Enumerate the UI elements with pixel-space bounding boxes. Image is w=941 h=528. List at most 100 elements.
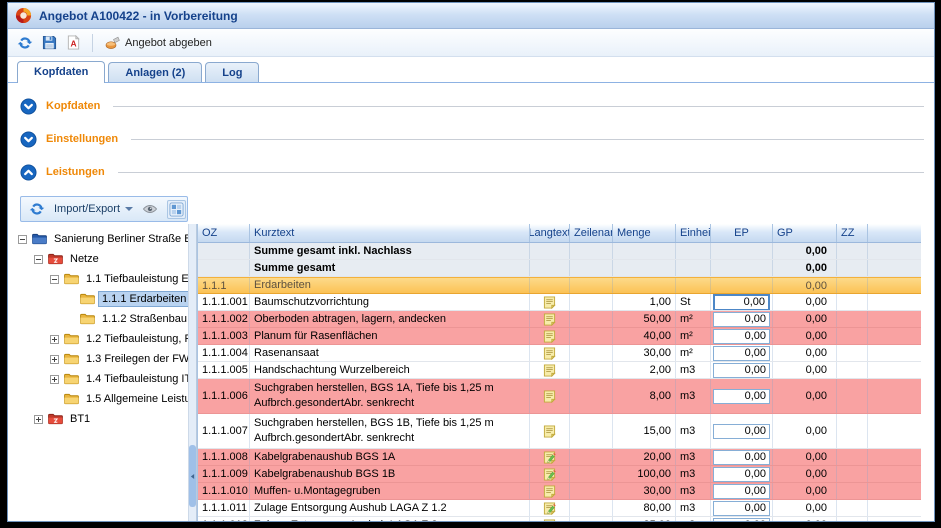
ep-input[interactable] bbox=[713, 363, 770, 378]
langtext-note-icon[interactable] bbox=[543, 313, 556, 326]
cell-zz bbox=[837, 243, 868, 259]
cell-einheit: m3 bbox=[676, 517, 711, 521]
langtext-note-icon[interactable] bbox=[543, 364, 556, 377]
col-ep[interactable]: EP bbox=[711, 224, 773, 242]
table-row[interactable]: 1.1.1 Erdarbeiten bbox=[198, 277, 921, 294]
submit-offer-button[interactable]: Angebot abgeben bbox=[104, 35, 212, 51]
langtext-note-icon[interactable] bbox=[543, 519, 556, 522]
ep-input[interactable] bbox=[713, 484, 770, 499]
ep-input[interactable] bbox=[713, 346, 770, 361]
tree-item-label: 1.2 Tiefbauleistung, Rü bbox=[83, 332, 188, 346]
tree-item[interactable]: Netze bbox=[14, 249, 188, 269]
chevron-circle-icon[interactable] bbox=[20, 164, 37, 181]
tab[interactable]: Anlagen (2) bbox=[108, 62, 202, 82]
table-row[interactable]: 1.1.1.012 Zulage Entsorgung Aushub LAGA … bbox=[198, 517, 921, 521]
col-menge[interactable]: Menge bbox=[613, 224, 676, 242]
ep-input[interactable] bbox=[713, 467, 770, 482]
table-row[interactable]: 1.1.1.011 Zulage Entsorgung Aushub LAGA … bbox=[198, 500, 921, 517]
visibility-button[interactable] bbox=[140, 199, 160, 219]
tab[interactable]: Log bbox=[205, 62, 259, 82]
langtext-note-icon[interactable] bbox=[543, 390, 556, 403]
table-row[interactable]: 1.1.1.006 Suchgraben herstellen, BGS 1A,… bbox=[198, 379, 921, 414]
tree-expander-icon[interactable] bbox=[50, 335, 61, 344]
grid-refresh-button[interactable] bbox=[27, 199, 47, 219]
col-einheit[interactable]: Einheit bbox=[676, 224, 711, 242]
col-oz[interactable]: OZ bbox=[198, 224, 250, 242]
langtext-note-icon[interactable] bbox=[543, 296, 556, 309]
langtext-note-icon[interactable] bbox=[543, 347, 556, 360]
ep-input[interactable] bbox=[713, 501, 770, 516]
col-zeilenart[interactable]: Zeilenart bbox=[570, 224, 613, 242]
tab-label: Log bbox=[222, 67, 242, 79]
cell-zz bbox=[837, 278, 868, 293]
ep-input[interactable] bbox=[713, 518, 770, 522]
tree-item[interactable]: 1.1.1 Erdarbeiten bbox=[14, 289, 188, 309]
chevron-circle-icon[interactable] bbox=[20, 131, 37, 148]
langtext-note-icon[interactable] bbox=[543, 425, 556, 438]
cell-ep bbox=[711, 466, 773, 482]
cell-menge: 30,00 bbox=[613, 483, 676, 499]
col-zz[interactable]: ZZ bbox=[837, 224, 868, 242]
ep-input[interactable] bbox=[713, 294, 770, 310]
langtext-note-icon[interactable] bbox=[543, 485, 556, 498]
langtext-note-icon[interactable] bbox=[543, 330, 556, 343]
table-row[interactable]: 1.1.1.007 Suchgraben herstellen, BGS 1B,… bbox=[198, 414, 921, 449]
section-header[interactable]: Kopfdaten bbox=[20, 95, 924, 117]
ep-input[interactable] bbox=[713, 389, 770, 404]
tree-expander-icon[interactable] bbox=[50, 275, 61, 284]
section-header[interactable]: Leistungen bbox=[20, 161, 924, 183]
tree-item[interactable]: 1.1 Tiefbauleistung Elt, bbox=[14, 269, 188, 289]
refresh-button[interactable] bbox=[17, 35, 33, 51]
tree-item[interactable]: 1.3 Freilegen der FW-L bbox=[14, 349, 188, 369]
table-row[interactable]: 1.1.1.001 Baumschutzvorrichtung 1,00 St bbox=[198, 294, 921, 311]
table-row[interactable]: Summe gesamt 0,00 bbox=[198, 260, 921, 277]
langtext-note-icon[interactable] bbox=[543, 502, 556, 515]
import-export-button[interactable]: Import/Export bbox=[54, 203, 133, 215]
table-row[interactable]: 1.1.1.008 Kabelgrabenaushub BGS 1A 20,00… bbox=[198, 449, 921, 466]
ep-input[interactable] bbox=[713, 450, 770, 465]
panel-splitter[interactable] bbox=[188, 224, 197, 521]
table-row[interactable]: 1.1.1.009 Kabelgrabenaushub BGS 1B 100,0… bbox=[198, 466, 921, 483]
chevron-circle-icon[interactable] bbox=[20, 98, 37, 115]
cell-filler bbox=[868, 345, 921, 361]
pdf-export-button[interactable]: A bbox=[66, 35, 81, 50]
save-button[interactable] bbox=[42, 35, 57, 50]
tree-expander-icon[interactable] bbox=[34, 255, 45, 264]
cell-gp: 0,00 bbox=[773, 414, 837, 448]
cell-gp: 0,00 bbox=[773, 294, 837, 310]
section-header[interactable]: Einstellungen bbox=[20, 128, 924, 150]
tree-item[interactable]: 1.4 Tiefbauleistung IT,o bbox=[14, 369, 188, 389]
tree-item[interactable]: BT1 bbox=[14, 409, 188, 429]
ep-input[interactable] bbox=[713, 424, 770, 439]
cell-ep bbox=[711, 294, 773, 310]
cell-menge bbox=[613, 260, 676, 276]
table-row[interactable]: 1.1.1.004 Rasenansaat 30,00 m² bbox=[198, 345, 921, 362]
table-row[interactable]: 1.1.1.005 Handschachtung Wurzelbereich 2… bbox=[198, 362, 921, 379]
col-kurztext[interactable]: Kurztext bbox=[250, 224, 530, 242]
chevron-down-icon bbox=[125, 207, 133, 211]
tree-item[interactable]: 1.1.2 Straßenbau, bbox=[14, 309, 188, 329]
layout-toggle-button[interactable] bbox=[167, 200, 186, 219]
ep-input[interactable] bbox=[713, 329, 770, 344]
col-langtext[interactable]: Langtext bbox=[530, 224, 570, 242]
table-row[interactable]: 1.1.1.002 Oberboden abtragen, lagern, an… bbox=[198, 311, 921, 328]
table-row[interactable]: 1.1.1.003 Planum für Rasenflächen 40,00 … bbox=[198, 328, 921, 345]
tree-item[interactable]: 1.2 Tiefbauleistung, Rü bbox=[14, 329, 188, 349]
cell-einheit: m3 bbox=[676, 483, 711, 499]
tree-expander-icon[interactable] bbox=[18, 235, 29, 244]
cell-einheit: St bbox=[676, 294, 711, 310]
langtext-note-icon[interactable] bbox=[543, 468, 556, 481]
ep-input[interactable] bbox=[713, 312, 770, 327]
tree-expander-icon[interactable] bbox=[50, 375, 61, 384]
tree-expander-icon[interactable] bbox=[34, 415, 45, 424]
splitter-collapse-handle[interactable] bbox=[189, 445, 196, 507]
tree-expander-icon[interactable] bbox=[50, 355, 61, 364]
cell-oz: 1.1.1.006 bbox=[198, 379, 250, 413]
table-row[interactable]: 1.1.1.010 Muffen- u.Montagegruben 30,00 … bbox=[198, 483, 921, 500]
col-gp[interactable]: GP bbox=[773, 224, 837, 242]
tree-item[interactable]: 1.5 Allgemeine Leistun bbox=[14, 389, 188, 409]
langtext-note-icon[interactable] bbox=[543, 451, 556, 464]
table-row[interactable]: Summe gesamt inkl. Nachlass 0,00 bbox=[198, 243, 921, 260]
tab[interactable]: Kopfdaten bbox=[17, 61, 105, 83]
tree-item[interactable]: Sanierung Berliner Straße Ber bbox=[14, 229, 188, 249]
